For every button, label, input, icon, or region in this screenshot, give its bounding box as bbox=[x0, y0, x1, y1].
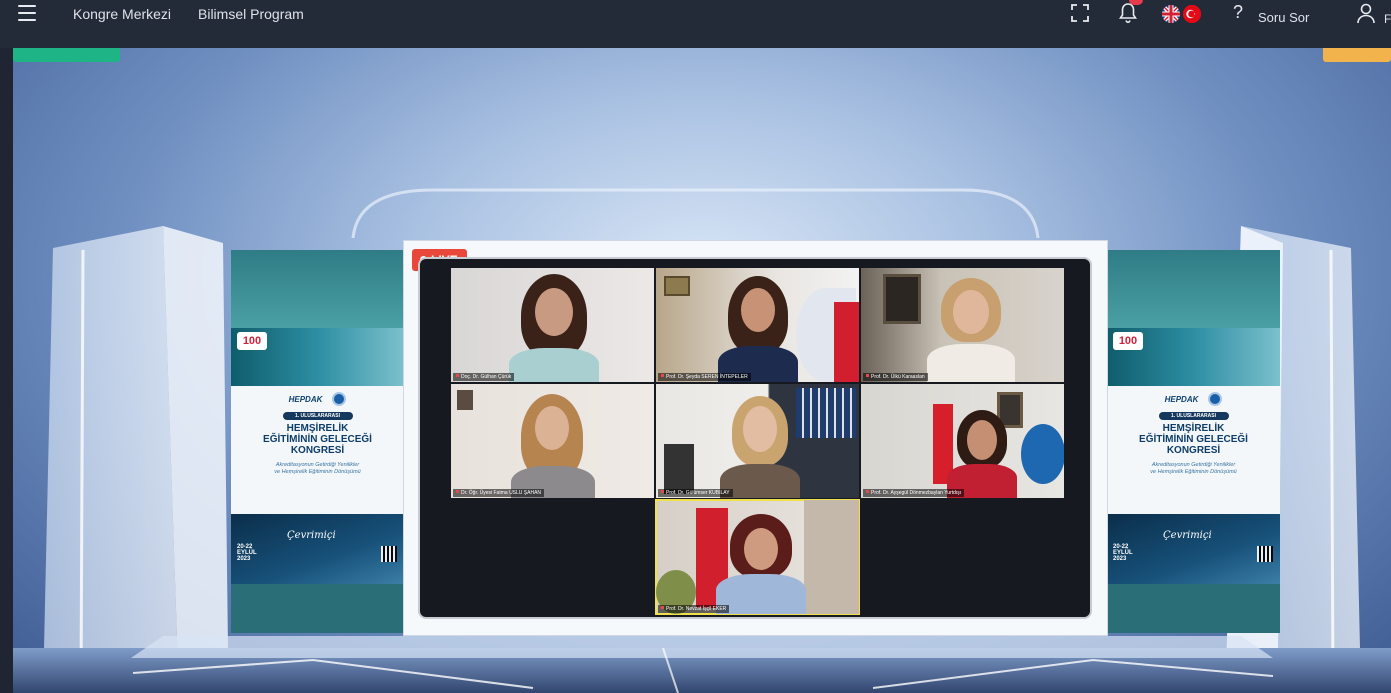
university-logo bbox=[332, 392, 347, 406]
fullscreen-icon[interactable] bbox=[1071, 4, 1089, 22]
hepdak-logo: HEPDAK bbox=[288, 394, 323, 404]
video-conference-grid: Doç. Dr. Gülhan Çürük Prof. Dr. Şeyda SE… bbox=[418, 257, 1092, 619]
poster-title: HEMŞİRELİK EĞİTİMİNİN GELECEĞİ KONGRESİ bbox=[1139, 423, 1248, 456]
poster-subtitle: Akreditasyonun Getirdiği Yenilikler ve H… bbox=[274, 462, 361, 475]
poster-right: 100 HEPDAK 1. ULUSLARARASI HEMŞİRELİK EĞ… bbox=[1107, 250, 1280, 633]
participant-name: Prof. Dr. Şeyda SEREN İNTEPELER bbox=[658, 373, 751, 381]
hepdak-logo: HEPDAK bbox=[1164, 394, 1199, 404]
poster-script: Çevrimiçi bbox=[287, 530, 336, 541]
participant-tile-active[interactable]: Prof. Dr. Nevzat İşçil EKER bbox=[655, 499, 860, 615]
flag-uk-icon[interactable] bbox=[1162, 5, 1180, 23]
menu-icon[interactable] bbox=[18, 5, 36, 21]
qr-code-icon bbox=[381, 546, 397, 562]
notification-badge bbox=[1129, 0, 1143, 5]
top-navigation-bar: Kongre Merkezi Bilimsel Program ? Soru S… bbox=[0, 0, 1391, 48]
poster-subtitle: Akreditasyonun Getirdiği Yenilikler ve H… bbox=[1150, 462, 1237, 475]
university-logo bbox=[1208, 392, 1223, 406]
nav-kongre-merkezi[interactable]: Kongre Merkezi bbox=[73, 6, 171, 22]
bell-icon[interactable] bbox=[1118, 2, 1138, 24]
participant-tile[interactable]: Prof. Dr. Ayşegül Dönmezbaylan Yurtdışı bbox=[861, 384, 1064, 498]
virtual-stage: 100 HEPDAK 1. ULUSLARARASI HEMŞİRELİK EĞ… bbox=[13, 48, 1391, 693]
participant-name: Prof. Dr. Ayşegül Dönmezbaylan Yurtdışı bbox=[863, 489, 965, 497]
poster-title: HEMŞİRELİK EĞİTİMİNİN GELECEĞİ KONGRESİ bbox=[263, 423, 372, 456]
flag-tr-icon[interactable] bbox=[1183, 5, 1201, 23]
poster-date: 20-22 EYLÜL 2023 bbox=[237, 544, 257, 562]
poster-left: 100 HEPDAK 1. ULUSLARARASI HEMŞİRELİK EĞ… bbox=[231, 250, 404, 633]
user-name-truncated: F bbox=[1384, 12, 1391, 26]
poster-pill: 1. ULUSLARARASI bbox=[282, 412, 353, 420]
participant-tile[interactable]: Prof. Dr. Gülümser KUBILAY bbox=[656, 384, 859, 498]
participant-name: Dr. Öğr. Üyesi Fatma USLU ŞAHAN bbox=[453, 489, 545, 497]
poster-date: 20-22 EYLÜL 2023 bbox=[1113, 544, 1133, 562]
poster-script: Çevrimiçi bbox=[1163, 530, 1212, 541]
user-icon[interactable] bbox=[1356, 2, 1376, 24]
participant-tile[interactable]: Prof. Dr. Ülkü Karaaslan bbox=[861, 268, 1064, 382]
participant-name: Prof. Dr. Ülkü Karaaslan bbox=[863, 373, 928, 381]
qr-code-icon bbox=[1257, 546, 1273, 562]
ask-question-button[interactable]: Soru Sor bbox=[1258, 10, 1309, 25]
participant-tile[interactable]: Doç. Dr. Gülhan Çürük bbox=[451, 268, 654, 382]
anniversary-badge: 100 bbox=[1113, 332, 1143, 350]
live-stream-screen[interactable]: LIVE Doç. Dr. Gülhan Çürük bbox=[403, 240, 1108, 636]
participant-tile[interactable]: Prof. Dr. Şeyda SEREN İNTEPELER bbox=[656, 268, 859, 382]
participant-name: Prof. Dr. Gülümser KUBILAY bbox=[658, 489, 733, 497]
help-icon[interactable]: ? bbox=[1233, 2, 1243, 23]
participant-name: Prof. Dr. Nevzat İşçil EKER bbox=[658, 605, 730, 613]
poster-pill: 1. ULUSLARARASI bbox=[1158, 412, 1229, 420]
anniversary-badge: 100 bbox=[237, 332, 267, 350]
participant-name: Doç. Dr. Gülhan Çürük bbox=[453, 373, 515, 381]
nav-bilimsel-program[interactable]: Bilimsel Program bbox=[198, 6, 304, 22]
participant-tile[interactable]: Dr. Öğr. Üyesi Fatma USLU ŞAHAN bbox=[451, 384, 654, 498]
